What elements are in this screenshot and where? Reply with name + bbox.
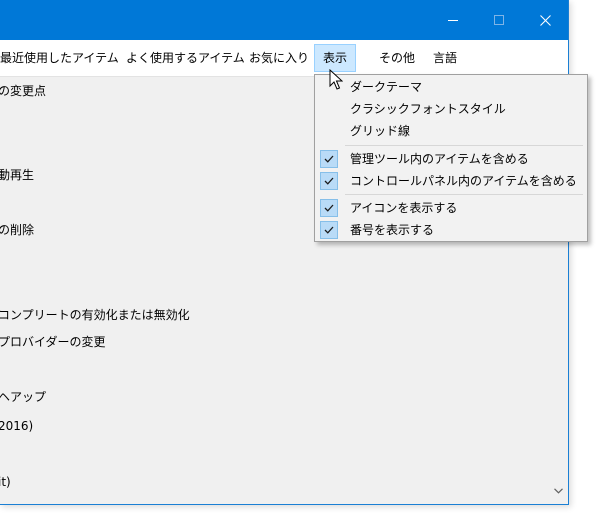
scroll-down-button[interactable] [550, 484, 567, 498]
maximize-icon [494, 15, 504, 25]
menu-item-label: 番号を表示する [350, 223, 435, 237]
menu-separator [345, 145, 583, 146]
list-item[interactable]: プロバイダーの変更 [0, 333, 106, 351]
view-menu-item-show-icons[interactable]: アイコンを表示する [317, 197, 585, 219]
minimize-button[interactable] [430, 0, 476, 40]
close-icon [539, 14, 551, 26]
check-icon [320, 221, 338, 239]
view-menu-item-grid-lines[interactable]: グリッド線 [317, 120, 585, 142]
view-menu-item-admin-tools[interactable]: 管理ツール内のアイテムを含める [317, 148, 585, 170]
view-menu-item-control-panel[interactable]: コントロールパネル内のアイテムを含める [317, 170, 585, 192]
menu-item-label: コントロールパネル内のアイテムを含める [350, 174, 577, 188]
list-item[interactable]: 2016) [0, 417, 33, 435]
menu-language[interactable]: 言語 [425, 44, 465, 72]
menu-item-label: 管理ツール内のアイテムを含める [350, 152, 529, 166]
list-item[interactable]: コンプリートの有効化または無効化 [0, 306, 190, 324]
menu-other[interactable]: その他 [371, 44, 423, 72]
menu-item-label: ダークテーマ [350, 80, 423, 94]
list-item[interactable]: ヘアップ [0, 388, 46, 406]
view-menu-item-show-numbers[interactable]: 番号を表示する [317, 219, 585, 241]
close-button[interactable] [522, 0, 568, 40]
menu-item-label: グリッド線 [350, 124, 411, 138]
list-item[interactable]: 動再生 [0, 166, 34, 184]
view-menu-item-classic-font[interactable]: クラシックフォントスタイル [317, 98, 585, 120]
check-icon [320, 172, 338, 190]
list-item[interactable]: it) [0, 473, 11, 491]
maximize-button[interactable] [476, 0, 522, 40]
menu-item-label: クラシックフォントスタイル [350, 102, 506, 116]
list-item[interactable]: の変更点 [0, 82, 46, 100]
minimize-icon [448, 20, 458, 21]
view-menu-item-dark-theme[interactable]: ダークテーマ [317, 76, 585, 98]
menu-frequent[interactable]: よく使用するアイテム [118, 44, 253, 72]
chevron-down-icon [554, 488, 563, 494]
check-icon [320, 150, 338, 168]
menu-recent[interactable]: 最近使用したアイテム [0, 44, 127, 72]
list-item[interactable]: の削除 [0, 221, 34, 239]
view-menu-dropdown: ダークテーマ クラシックフォントスタイル グリッド線 管理ツール内のアイテムを含… [314, 74, 588, 242]
menu-view[interactable]: 表示 [314, 44, 357, 72]
check-icon [320, 199, 338, 217]
menu-bar: 最近使用したアイテム よく使用するアイテム お気に入り 表示 その他 言語 [0, 40, 568, 77]
title-bar[interactable] [0, 0, 568, 40]
menu-item-label: アイコンを表示する [350, 201, 458, 215]
menu-separator [345, 194, 583, 195]
menu-favorites[interactable]: お気に入り [241, 44, 317, 72]
